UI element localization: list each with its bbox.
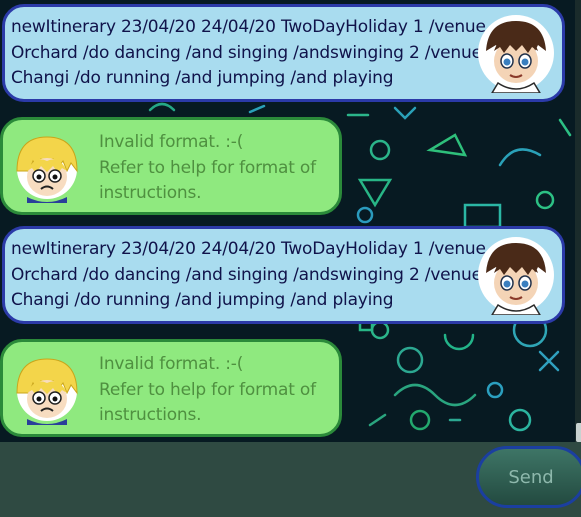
message-text-line: newItinerary 23/04/20 24/04/20 TwoDayHol… xyxy=(11,17,486,37)
message-text-line: Changi /do running /and jumping /and pla… xyxy=(11,290,394,310)
bot-message-bubble: Invalid format. :-( Refer to help for fo… xyxy=(0,339,342,437)
chat-panel[interactable]: newItinerary 23/04/20 24/04/20 TwoDayHol… xyxy=(0,0,575,442)
user-message-bubble: newItinerary 23/04/20 24/04/20 TwoDayHol… xyxy=(2,226,565,324)
user-message-bubble: newItinerary 23/04/20 24/04/20 TwoDayHol… xyxy=(2,4,565,102)
scrollbar-thumb[interactable] xyxy=(576,423,581,442)
send-button[interactable]: Send xyxy=(476,446,581,508)
message-text-line: Orchard /do dancing /and singing /andswi… xyxy=(11,264,482,285)
bot-avatar-icon xyxy=(16,358,78,425)
message-text-line: Refer to help for format of xyxy=(99,379,316,400)
message-text-line: Invalid format. :-( xyxy=(99,132,244,152)
scrollbar-track[interactable] xyxy=(575,0,581,442)
bot-avatar-icon xyxy=(16,136,78,203)
message-text-line: Orchard /do dancing /and singing /andswi… xyxy=(11,42,482,63)
message-text-line: newItinerary 23/04/20 24/04/20 TwoDayHol… xyxy=(11,239,486,259)
message-text-line: Refer to help for format of xyxy=(99,157,316,178)
bot-message-bubble: Invalid format. :-( Refer to help for fo… xyxy=(0,117,342,215)
user-avatar-icon xyxy=(478,15,554,93)
message-input[interactable] xyxy=(0,442,490,517)
message-text-line: instructions. xyxy=(99,183,202,203)
message-text-line: instructions. xyxy=(99,405,202,425)
user-avatar-icon xyxy=(478,237,554,315)
composer-bar: Send xyxy=(0,442,581,517)
message-text-line: Changi /do running /and jumping /and pla… xyxy=(11,68,394,88)
message-text-line: Invalid format. :-( xyxy=(99,354,244,374)
